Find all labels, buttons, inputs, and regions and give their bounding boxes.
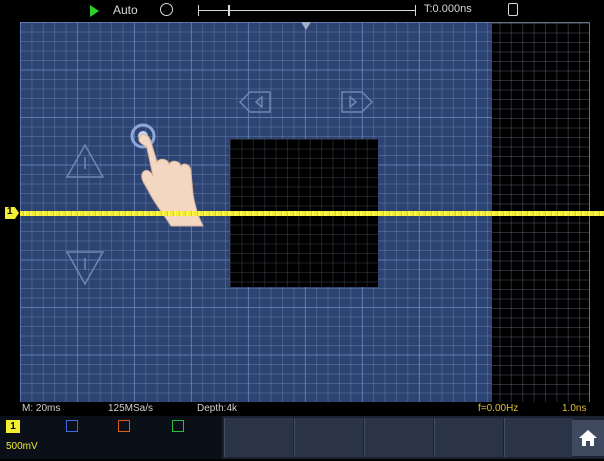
memory-position-bar: [198, 5, 416, 16]
arrow-down-icon: [65, 251, 105, 286]
lock-icon[interactable]: [508, 3, 518, 16]
softkey-5[interactable]: [504, 418, 573, 457]
home-button[interactable]: [572, 420, 604, 456]
frequency-hint: 1.0ns: [562, 403, 587, 414]
sample-rate: 125MSa/s: [108, 403, 154, 414]
softkey-3[interactable]: [364, 418, 433, 457]
trigger-mode[interactable]: Auto: [113, 3, 138, 17]
channel-1-trace: [20, 211, 604, 216]
channel-info-panel: [0, 416, 222, 459]
memory-window-marker: [228, 5, 230, 16]
home-icon: [579, 430, 597, 446]
channel-2-badge[interactable]: [66, 420, 78, 432]
arrow-up-icon: [65, 143, 105, 178]
top-status-bar: Auto T:0.000ns: [0, 0, 604, 22]
softkey-1[interactable]: [224, 418, 293, 457]
trigger-status-icon: [160, 3, 173, 16]
softkey-4[interactable]: [434, 418, 503, 457]
channel-1-badge[interactable]: 1: [6, 420, 20, 433]
channel-1-scale[interactable]: 500mV: [6, 441, 38, 452]
frequency-readout: f=0.00Hz: [478, 403, 519, 414]
channel-4-badge[interactable]: [172, 420, 184, 432]
run-state-icon[interactable]: [90, 5, 99, 17]
softkey-2[interactable]: [294, 418, 363, 457]
channel-1-marker[interactable]: 1: [5, 207, 19, 219]
arrow-left-icon: [238, 91, 271, 113]
trigger-position-icon[interactable]: [301, 22, 311, 30]
time-position: T:0.000ns: [424, 3, 472, 15]
arrow-right-icon: [341, 91, 374, 113]
memory-depth[interactable]: Depth:4k: [197, 403, 237, 414]
channel-3-badge[interactable]: [118, 420, 130, 432]
timebase[interactable]: M: 20ms: [22, 403, 60, 414]
acquisition-status-bar: M: 20ms 125MSa/s Depth:4k f=0.00Hz 1.0ns: [0, 402, 604, 416]
